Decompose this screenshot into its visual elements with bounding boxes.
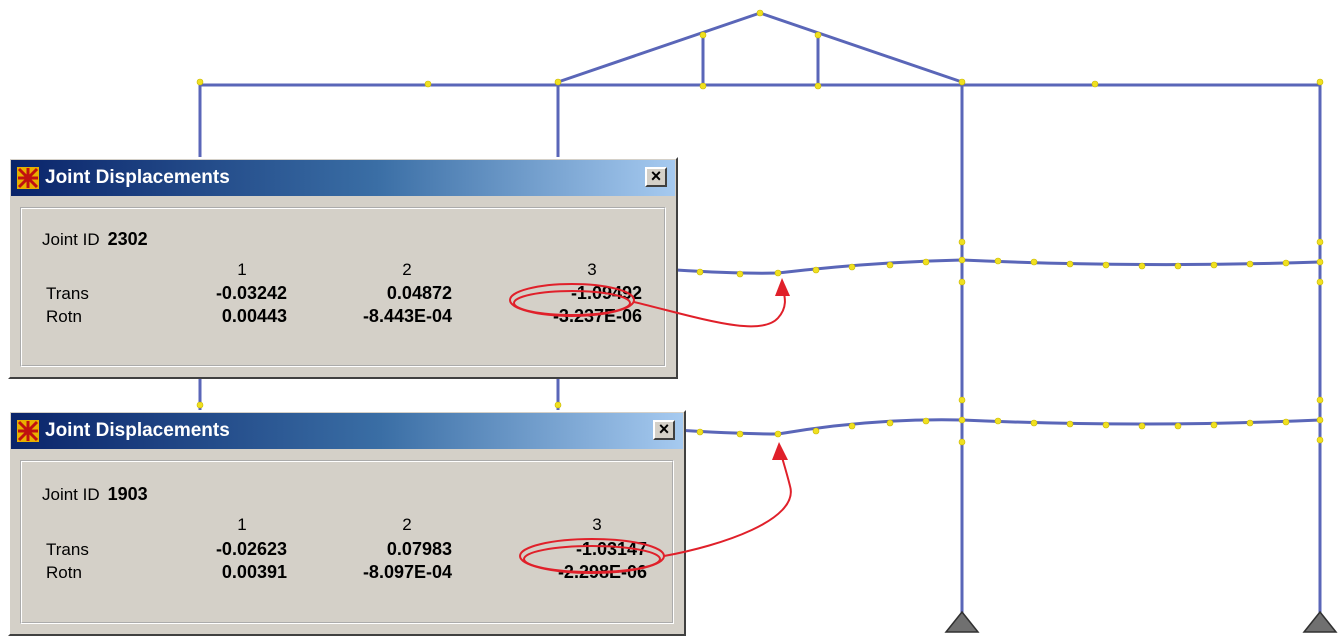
joint-id-label: Joint ID [42, 485, 100, 504]
close-icon: × [658, 419, 670, 439]
truss-right-rafter [759, 11, 963, 84]
trans-1-value: -0.03242 [215, 283, 287, 303]
joint-id-row: Joint ID 2302 [42, 229, 148, 250]
displacement-panel: Joint ID 2302 1 2 3 Trans -0.03242 0.0487… [20, 207, 666, 367]
column-header: 3 [587, 260, 597, 279]
row-label-rotn: Rotn [46, 563, 82, 582]
dialog-title: Joint Displacements [45, 167, 230, 188]
rotn-3-value: -3.237E-06 [552, 306, 642, 326]
joint-id-row: Joint ID 1903 [42, 484, 148, 505]
column-header: 2 [402, 515, 412, 534]
column-header: 1 [237, 260, 247, 279]
row-label-trans: Trans [46, 540, 89, 559]
column-header: 2 [402, 260, 412, 279]
close-icon: × [650, 166, 662, 186]
trans-2-value: 0.07983 [386, 539, 452, 559]
joint-id-value: 2302 [107, 229, 148, 249]
trans-3-value: -1.09492 [570, 283, 642, 303]
joint-displacements-dialog[interactable]: Joint Displacements × Joint ID 1903 1 2 3… [8, 410, 686, 636]
joint-id-label: Joint ID [42, 230, 100, 249]
rotn-1-value: 0.00391 [221, 562, 287, 582]
column-header: 3 [592, 515, 602, 534]
dialog-title: Joint Displacements [45, 420, 230, 441]
row-label-trans: Trans [46, 284, 89, 303]
rotn-3-value: -2.298E-06 [557, 562, 647, 582]
column-header: 1 [237, 515, 247, 534]
dialog-title-bar[interactable]: Joint Displacements × [11, 160, 675, 196]
trans-2-value: 0.04872 [386, 283, 452, 303]
joint-displacements-dialog[interactable]: Joint Displacements × Joint ID 2302 1 2 3… [8, 157, 678, 379]
rotn-1-value: 0.00443 [221, 306, 287, 326]
app-icon [17, 420, 39, 442]
truss-left-rafter [557, 11, 761, 84]
joint-id-value: 1903 [107, 484, 148, 504]
close-button[interactable]: × [653, 420, 675, 440]
rotn-2-value: -8.097E-04 [362, 562, 452, 582]
pinned-support-icon [1302, 610, 1338, 633]
app-icon [17, 167, 39, 189]
displacement-panel: Joint ID 1903 1 2 3 Trans -0.02623 0.0798… [20, 460, 674, 624]
close-button[interactable]: × [645, 167, 667, 187]
dialog-title-bar[interactable]: Joint Displacements × [11, 413, 683, 449]
trans-3-value: -1.03147 [575, 539, 647, 559]
trans-1-value: -0.02623 [215, 539, 287, 559]
pinned-support-icon [944, 610, 980, 633]
rotn-2-value: -8.443E-04 [362, 306, 452, 326]
row-label-rotn: Rotn [46, 307, 82, 326]
